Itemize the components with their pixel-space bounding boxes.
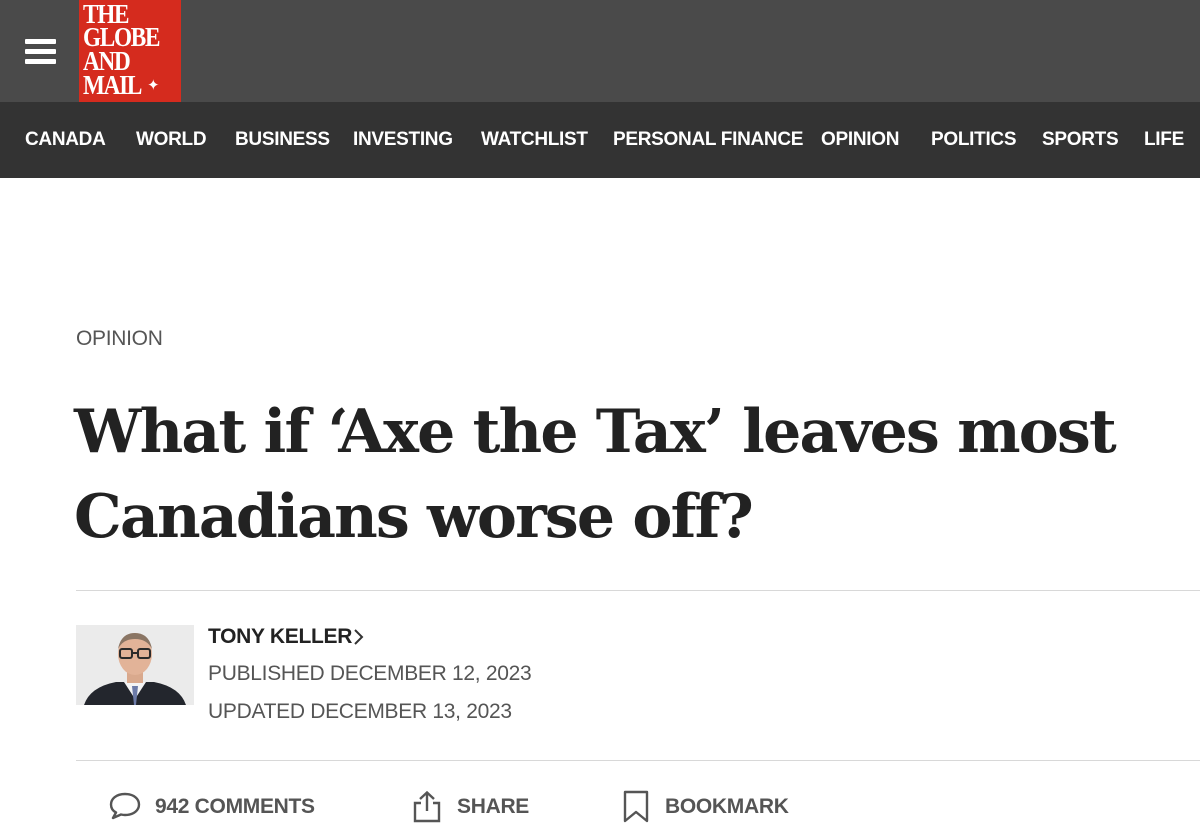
comments-label: 942 COMMENTS [155, 795, 315, 818]
bookmark-icon [623, 790, 649, 823]
author-name[interactable]: TONY KELLER [208, 625, 352, 649]
author-photo[interactable] [76, 625, 194, 705]
nav-item-canada[interactable]: CANADA [25, 129, 106, 151]
divider [76, 760, 1200, 761]
bookmark-button[interactable]: BOOKMARK [622, 790, 792, 824]
nav-item-watchlist[interactable]: WATCHLIST [481, 129, 588, 151]
nav-item-opinion[interactable]: OPINION [821, 129, 899, 151]
chevron-right-icon[interactable] [352, 627, 366, 647]
logo-line: GLOBE [83, 22, 160, 52]
nav-item-personal-finance[interactable]: PERSONAL FINANCE [613, 129, 803, 151]
nav-item-life[interactable]: LIFE [1144, 129, 1184, 151]
comment-bubble-icon [109, 792, 141, 820]
nav-item-investing[interactable]: INVESTING [353, 129, 453, 151]
menu-bar [25, 49, 56, 54]
nav-item-world[interactable]: WORLD [136, 129, 207, 151]
share-icon [413, 790, 441, 823]
divider [76, 590, 1200, 591]
logo-line: AND [83, 46, 131, 76]
bookmark-label: BOOKMARK [665, 795, 789, 818]
headline-line: Canadians worse off? [74, 482, 754, 552]
top-bar: THE GLOBE AND MAIL ✦ [0, 0, 1200, 102]
headline-line: What if ‘Axe the Tax’ leaves most [74, 397, 1117, 467]
section-label[interactable]: OPINION [76, 327, 163, 351]
hamburger-menu-icon[interactable] [22, 33, 62, 69]
menu-bar [25, 59, 56, 64]
article-headline: What if ‘Axe the Tax’ leaves most Canadi… [74, 390, 1174, 560]
share-label: SHARE [457, 795, 530, 818]
author-portrait [76, 625, 194, 705]
section-nav: CANADA WORLD BUSINESS INVESTING WATCHLIS… [0, 102, 1200, 178]
menu-bar [25, 39, 56, 44]
maple-leaf-icon: ✦ [147, 76, 160, 94]
nav-item-sports[interactable]: SPORTS [1042, 129, 1119, 151]
logo-line: MAIL [83, 70, 142, 100]
comments-button[interactable]: 942 COMMENTS [108, 790, 323, 824]
globe-and-mail-logo[interactable]: THE GLOBE AND MAIL ✦ [79, 0, 181, 102]
updated-date: UPDATED DECEMBER 13, 2023 [208, 700, 512, 723]
nav-item-politics[interactable]: POLITICS [931, 129, 1017, 151]
published-date: PUBLISHED DECEMBER 12, 2023 [208, 662, 532, 685]
nav-item-business[interactable]: BUSINESS [235, 129, 330, 151]
share-button[interactable]: SHARE [410, 790, 530, 824]
